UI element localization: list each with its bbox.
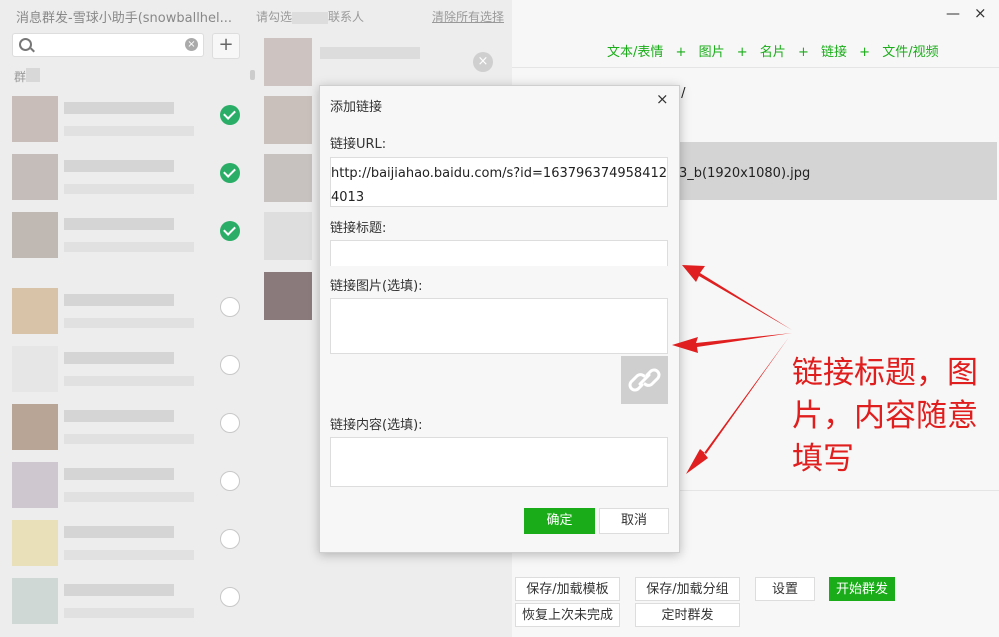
annotation-text: 链接标题，图片，内容随意填写 <box>792 355 978 477</box>
annotation-arrows <box>672 265 792 474</box>
arrow-to-image <box>672 333 792 353</box>
arrow-to-title <box>682 265 792 330</box>
arrow-to-content <box>686 337 789 474</box>
